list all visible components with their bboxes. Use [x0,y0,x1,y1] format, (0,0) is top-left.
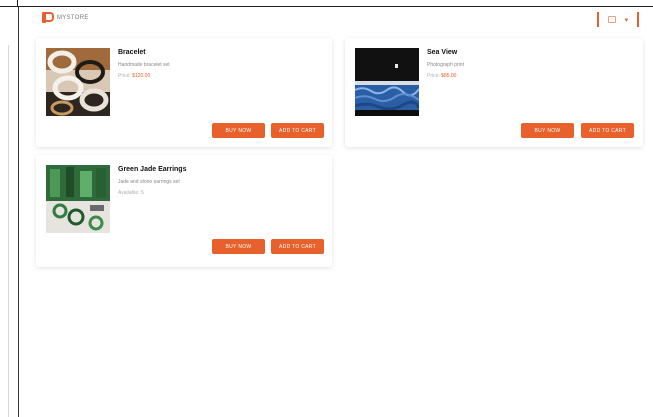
brand-name: MYSTORE [57,14,89,21]
product-info: Sea View Photograph print Price: $85.00 [427,49,633,79]
product-info: Bracelet Handmade bracelet set Price: $1… [118,49,322,79]
window-top-border [0,0,653,7]
product-card: Sea View Photograph print Price: $85.00 … [345,38,643,147]
product-availability: Available: 5 [118,190,322,196]
earrings-image [46,165,110,233]
buy-now-button[interactable]: BUY NOW [212,123,265,138]
user-menu[interactable]: ▾ [597,12,639,27]
availability-label: Available: 5 [118,190,144,196]
brand-logo[interactable]: MYSTORE [42,12,89,23]
product-title[interactable]: Sea View [427,49,633,56]
product-image-sea-view[interactable] [355,48,419,116]
price-label: Price: [118,73,131,79]
product-card: Green Jade Earrings Jade and stone earri… [36,155,332,267]
product-price: Price: $120.00 [118,73,322,79]
product-title[interactable]: Bracelet [118,49,322,56]
add-to-cart-button[interactable]: ADD TO CART [271,239,324,254]
bracelet-image [46,48,110,116]
sea-view-image [355,48,419,116]
product-title[interactable]: Green Jade Earrings [118,166,322,173]
add-to-cart-button[interactable]: ADD TO CART [271,123,324,138]
add-to-cart-button[interactable]: ADD TO CART [581,123,634,138]
product-subtitle: Handmade bracelet set [118,62,170,68]
buy-now-button[interactable]: BUY NOW [212,239,265,254]
sidebar-divider [8,45,9,417]
price-value: $85.00 [441,73,457,79]
window-divider [17,0,18,7]
price-label: Price: [427,73,440,79]
user-icon [607,16,616,23]
left-sidebar [0,7,19,417]
product-image-bracelet[interactable] [46,48,110,116]
product-subtitle: Jade and stone earrings set [118,179,180,185]
brand-icon [42,12,54,23]
price-value: $120.00 [132,73,151,79]
product-image-earrings[interactable] [46,165,110,233]
chevron-down-icon: ▾ [624,16,629,24]
top-navigation: MYSTORE ▾ [20,8,653,30]
buy-now-button[interactable]: BUY NOW [521,123,574,138]
user-menu-left-edge [597,12,599,27]
product-subtitle: Photograph print [427,62,464,68]
product-info: Green Jade Earrings Jade and stone earri… [118,166,322,196]
product-price: Price: $85.00 [427,73,633,79]
user-menu-right-edge [637,12,639,27]
product-card: Bracelet Handmade bracelet set Price: $1… [36,38,332,147]
